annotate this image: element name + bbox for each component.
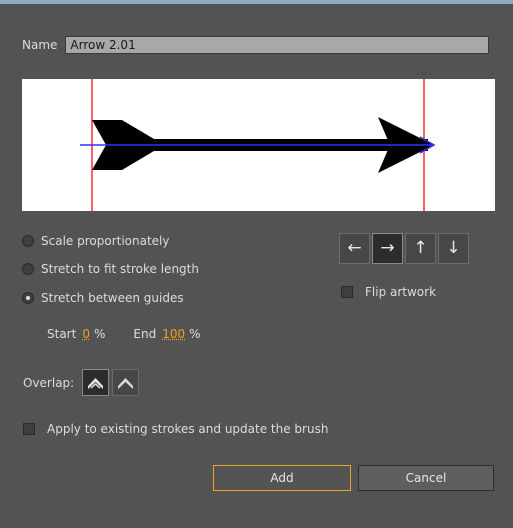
stretch-to-fit-option[interactable]: Stretch to fit stroke length [22, 262, 199, 276]
stretch-between-guides-radio[interactable] [22, 292, 34, 304]
start-value[interactable]: 0 [82, 327, 90, 341]
brush-preview [22, 79, 495, 211]
arrowhead-brush-options-dialog: Name Scale proportionately Stretch to fi… [0, 0, 513, 528]
apply-to-existing-option[interactable]: Apply to existing strokes and update the… [23, 422, 328, 436]
arrow-left-icon[interactable]: ← [339, 233, 370, 264]
start-percent: % [93, 327, 106, 341]
arrow-down-icon[interactable]: ↓ [438, 233, 469, 264]
scale-proportionately-radio[interactable] [22, 235, 34, 247]
stretch-to-fit-radio[interactable] [22, 263, 34, 275]
flip-artwork-option[interactable]: Flip artwork [341, 285, 436, 299]
cancel-button[interactable]: Cancel [358, 465, 494, 491]
arrow-right-icon[interactable]: → [372, 233, 403, 264]
stretch-between-guides-label: Stretch between guides [41, 291, 184, 305]
start-end-row: Start 0 % End 100 % [47, 327, 201, 341]
direction-buttons: ← → ↑ ↓ [339, 233, 471, 264]
end-value[interactable]: 100 [162, 327, 185, 341]
flip-artwork-label: Flip artwork [365, 285, 437, 299]
apply-to-existing-label: Apply to existing strokes and update the… [47, 422, 329, 436]
title-bar [0, 0, 513, 4]
stretch-between-guides-option[interactable]: Stretch between guides [22, 291, 184, 305]
flip-artwork-checkbox[interactable] [341, 286, 353, 298]
scale-proportionately-option[interactable]: Scale proportionately [22, 234, 169, 248]
overlap-label: Overlap: [23, 375, 75, 390]
add-button[interactable]: Add [213, 465, 351, 491]
apply-to-existing-checkbox[interactable] [23, 423, 35, 435]
end-percent: % [189, 327, 201, 341]
name-row: Name [22, 36, 490, 54]
overlap-chevron-filled-icon[interactable] [82, 369, 110, 396]
stretch-to-fit-label: Stretch to fit stroke length [41, 262, 199, 276]
name-input[interactable] [65, 36, 490, 54]
overlap-row: Overlap: [23, 369, 142, 396]
start-label: Start [47, 327, 77, 341]
scale-proportionately-label: Scale proportionately [41, 234, 170, 248]
brush-preview-canvas [80, 79, 436, 211]
end-label: End [133, 327, 157, 341]
overlap-chevron-outline-icon[interactable] [112, 369, 140, 396]
name-label: Name [22, 38, 58, 52]
arrow-up-icon[interactable]: ↑ [405, 233, 436, 264]
